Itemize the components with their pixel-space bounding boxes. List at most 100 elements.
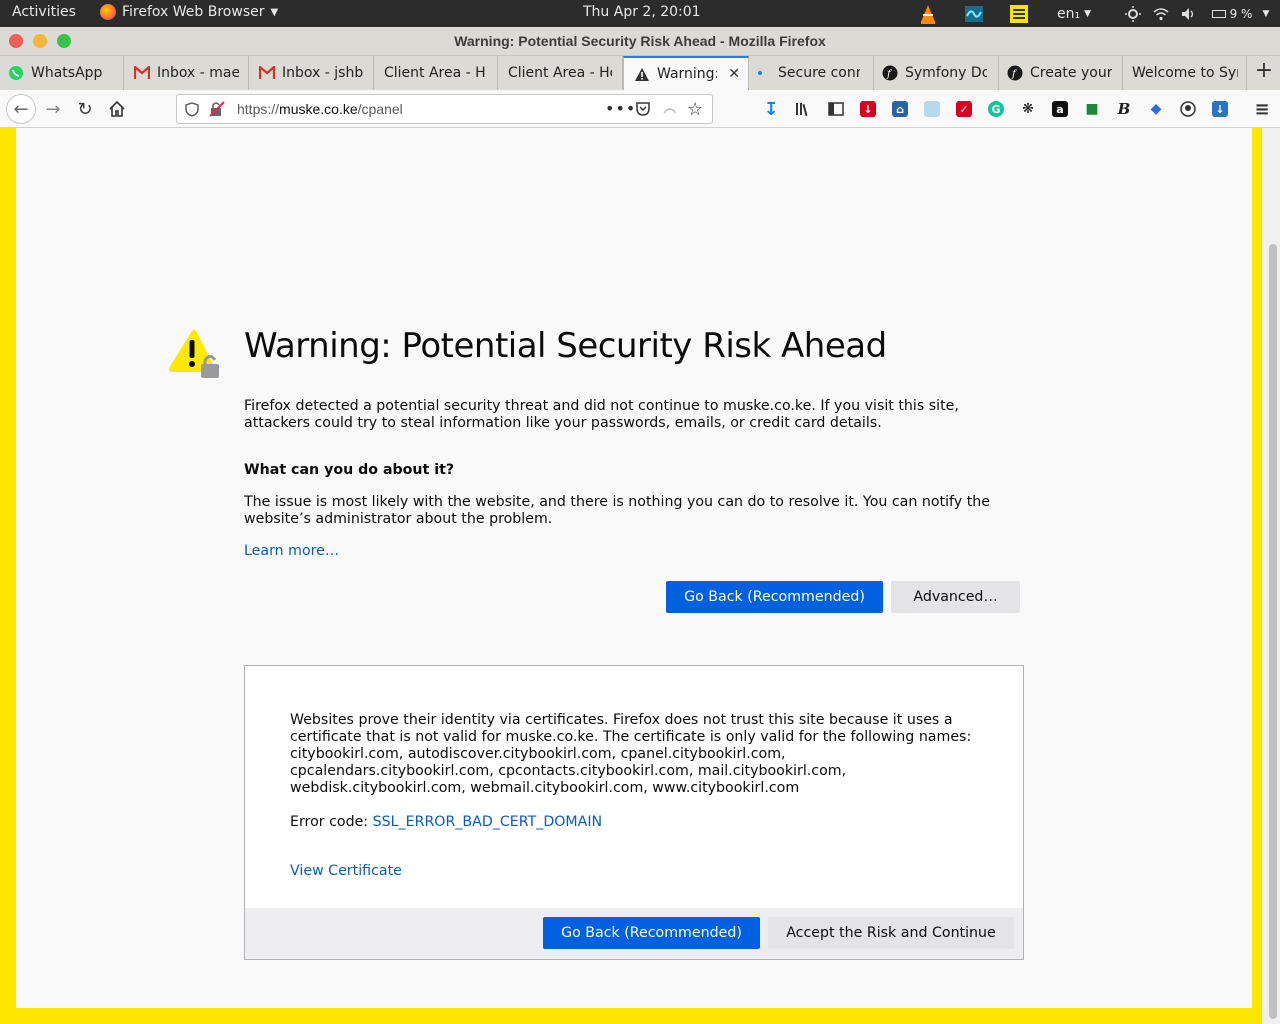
tab-gmail-2[interactable]: Inbox - jshbr [249,56,374,90]
insecure-lock-icon[interactable] [209,101,225,121]
tab-symfony-docs[interactable]: f Symfony Do [874,56,999,90]
go-back-button[interactable]: Go Back (Recommended) [666,581,883,613]
color-picker-extension-icon[interactable]: ✓ [956,101,972,117]
save-to-pocket-extension-icon[interactable]: ↓ [860,101,876,117]
tab-strip: WhatsApp Inbox - maes Inbox - jshbr Clie… [0,56,1280,90]
accept-risk-button[interactable]: Accept the Risk and Continue [768,917,1014,949]
error-code-link[interactable]: SSL_ERROR_BAD_CERT_DOMAIN [373,814,603,830]
warning-icon [634,66,650,82]
evernote-icon[interactable]: ■ [1084,101,1100,117]
download-manager-extension-icon[interactable]: ↓ [1212,101,1228,117]
tab-label: Welcome to Sym [1132,65,1238,81]
vlc-icon[interactable] [918,3,938,24]
advanced-button[interactable]: Advanced… [891,581,1020,613]
hamburger-menu-icon[interactable]: ≡ [1254,99,1270,120]
reader-view-icon[interactable] [663,102,677,121]
view-certificate-link[interactable]: View Certificate [290,863,402,879]
notes-extension-icon[interactable] [924,101,940,117]
pocket-icon[interactable] [635,101,651,121]
intro-text: Firefox detected a potential security th… [244,398,959,431]
account-icon[interactable] [1180,101,1196,117]
bookmark-star-icon[interactable]: ☆ [687,99,703,120]
downloads-icon[interactable]: ↧ [763,99,779,120]
tab-warning-active[interactable]: Warning: Potential Security Risk Ahead ✕ [623,56,749,90]
url-scheme: https:// [237,101,280,117]
tab-welcome-symfony[interactable]: Welcome to Sym [1123,56,1247,90]
nav-toolbar: ← → ↻ https://muske.co.ke/cpanel ••• ☆ ↧ [0,90,1280,128]
tab-label: Secure conn [778,65,860,81]
firefox-icon [100,4,116,20]
what-can-you-do-heading: What can you do about it? [244,462,455,478]
language-label: en₁ [1056,5,1081,22]
what-can-you-do-text: The issue is most likely with the websit… [244,494,990,527]
back-button[interactable]: ← [6,94,36,124]
reload-button[interactable]: ↻ [73,97,97,121]
home-icon [109,100,125,117]
tab-gmail-1[interactable]: Inbox - maes [124,56,249,90]
privacy-extension-icon[interactable]: a [1052,101,1068,117]
bibliography-extension-icon[interactable]: B [1116,100,1132,118]
advanced-panel: Websites prove their identity via certif… [244,665,1024,960]
gmail-icon [134,65,150,81]
battery-icon [1211,9,1226,18]
tab-label: Symfony Do [905,65,987,81]
grammarly-icon[interactable]: G [988,101,1004,117]
library-icon[interactable] [795,101,811,117]
tab-label: Create your [1030,65,1112,81]
error-code-line: Error code: SSL_ERROR_BAD_CERT_DOMAIN [290,814,602,830]
whatsapp-icon [8,65,24,81]
url-path: /cpanel [357,101,403,117]
tab-label: Client Area - Ho [508,65,612,81]
learn-more-link[interactable]: Learn more… [244,543,339,559]
system-menu-chevron-icon[interactable]: ▼ [1258,3,1274,24]
page-title: Warning: Potential Security Risk Ahead [244,326,887,366]
battery-indicator[interactable]: 9 % [1208,3,1256,24]
chevron-down-icon: ▼ [1084,8,1092,19]
window-title-bar: Warning: Potential Security Risk Ahead -… [0,27,1280,56]
tab-client-area-1[interactable]: Client Area - Ho [374,56,498,90]
chevron-down-icon: ▼ [270,6,279,18]
activities-button[interactable]: Activities [12,4,76,20]
scrollbar-thumb[interactable] [1269,244,1277,1019]
forward-button[interactable]: → [41,97,65,121]
certificate-explanation: Websites prove their identity via certif… [290,712,972,796]
new-tab-button[interactable]: + [1252,60,1276,84]
tab-client-area-2[interactable]: Client Area - Ho [498,56,623,90]
tab-label: Warning: Potential Security Risk Ahead [657,66,717,82]
vpn-extension-icon[interactable]: ◆ [1148,101,1164,117]
security-warning-icon [168,329,219,378]
tab-label: Inbox - jshbr [282,65,364,81]
reload-icon: ↻ [77,98,93,120]
arrow-left-icon: ← [13,98,29,120]
keyboard-layout-indicator[interactable]: en₁ ▼ [1054,3,1094,24]
wifi-icon[interactable] [1152,3,1170,24]
tab-create-your[interactable]: f Create your [999,56,1123,90]
tab-label: Inbox - maes [157,65,239,81]
app-menu[interactable]: Firefox Web Browser ▼ [100,4,278,20]
loading-dot-icon [755,65,771,81]
monitor-icon[interactable] [963,3,985,24]
url-bar[interactable]: https://muske.co.ke/cpanel ••• ☆ [176,94,713,124]
symfony-icon: f [1007,65,1023,81]
volume-icon[interactable] [1180,3,1198,24]
sidebar-icon[interactable] [828,101,844,117]
tab-whatsapp[interactable]: WhatsApp [0,56,124,90]
tab-label: WhatsApp [31,65,103,81]
tracking-protection-shield-icon[interactable] [185,102,199,121]
page-actions-icon[interactable]: ••• [605,99,636,118]
window-title: Warning: Potential Security Risk Ahead -… [454,33,826,49]
brightness-icon[interactable] [1124,3,1142,24]
clock[interactable]: Thu Apr 2, 20:01 [583,4,701,20]
home-button[interactable] [105,97,129,121]
advanced-panel-footer: Go Back (Recommended) Accept the Risk an… [245,908,1023,959]
gmail-icon [259,65,275,81]
go-back-button-secondary[interactable]: Go Back (Recommended) [543,917,760,949]
tab-secure-connection[interactable]: Secure conn [749,56,874,90]
app-menu-label: Firefox Web Browser [122,4,265,20]
tab-label: Client Area - Ho [384,65,486,81]
notes-icon[interactable] [1008,3,1030,24]
url-host: muske.co.ke [279,101,358,117]
close-tab-icon[interactable]: ✕ [728,66,740,82]
gnome-extension-icon[interactable]: ❋ [1020,101,1036,117]
network-extension-icon[interactable]: ⌂ [892,101,908,117]
